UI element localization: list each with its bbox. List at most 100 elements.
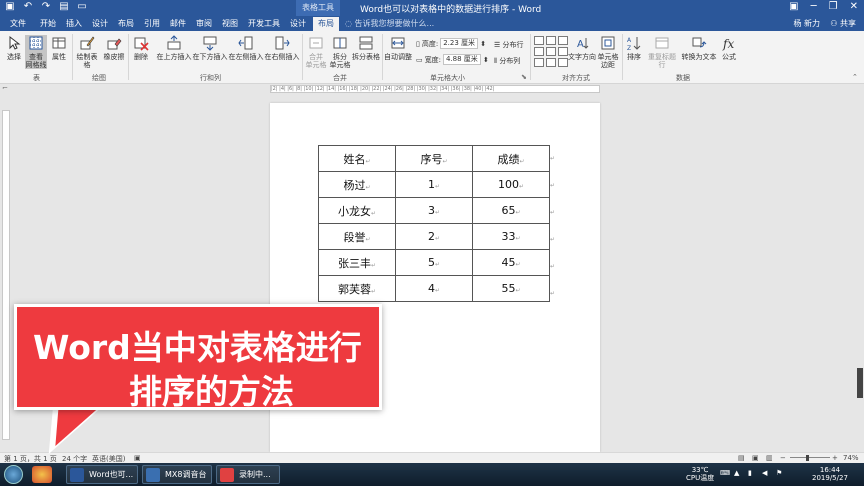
table-row[interactable]: 段誉↵ 2↵ 33↵ bbox=[318, 223, 550, 250]
tab-table-design[interactable]: 设计 bbox=[286, 17, 310, 31]
align-top-left-icon[interactable] bbox=[534, 36, 544, 45]
grades-table[interactable]: 姓名↵ 序号↵ 成绩↵ 杨过↵ 1↵ 100↵ 小龙女↵ 3↵ 65↵ 段誉↵ … bbox=[318, 145, 550, 302]
insert-right-button[interactable]: 在右侧插入 bbox=[264, 35, 300, 61]
flag-icon[interactable]: ⚑ bbox=[776, 469, 782, 477]
zoom-slider-thumb[interactable] bbox=[806, 455, 809, 461]
table-cell[interactable]: 1↵ bbox=[395, 171, 473, 198]
vertical-ruler-track[interactable] bbox=[2, 110, 10, 440]
draw-table-button[interactable]: 绘制表格 bbox=[74, 35, 100, 69]
table-row[interactable]: 张三丰↵ 5↵ 45↵ bbox=[318, 249, 550, 276]
table-cell[interactable]: 4↵ bbox=[395, 275, 473, 302]
tell-me-search[interactable]: ◌ 告诉我您想要做什么... bbox=[345, 17, 434, 31]
vertical-scrollbar[interactable] bbox=[856, 94, 864, 450]
start-button[interactable] bbox=[4, 465, 23, 484]
table-cell[interactable]: 100↵ bbox=[472, 171, 550, 198]
align-bottom-left-icon[interactable] bbox=[534, 58, 544, 67]
ruler-track[interactable]: |2| |4| |6| |8| |10| |12| |14| |16| |18|… bbox=[270, 85, 600, 93]
collapse-ribbon-icon[interactable]: ⌃ bbox=[852, 73, 858, 81]
autofit-button[interactable]: 自动调整 bbox=[384, 35, 412, 61]
align-top-center-icon[interactable] bbox=[546, 36, 556, 45]
insert-below-button[interactable]: 在下方插入 bbox=[192, 35, 228, 61]
table-cell[interactable]: 5↵ bbox=[395, 249, 473, 276]
tab-references[interactable]: 引用 bbox=[140, 17, 164, 31]
zoom-in-icon[interactable]: + bbox=[832, 454, 838, 462]
save-icon[interactable]: ▣ bbox=[4, 1, 16, 12]
tab-developer[interactable]: 开发工具 bbox=[246, 17, 282, 31]
align-middle-center-icon[interactable] bbox=[546, 47, 556, 56]
table-cell[interactable]: 姓名↵ bbox=[318, 145, 396, 172]
tray-arrow-icon[interactable]: ▲ bbox=[734, 469, 739, 477]
table-cell[interactable]: 45↵ bbox=[472, 249, 550, 276]
table-row[interactable]: 杨过↵ 1↵ 100↵ bbox=[318, 171, 550, 198]
table-cell[interactable]: 郭芙蓉↵ bbox=[318, 275, 396, 302]
height-spinner-icon[interactable]: ⬍ bbox=[480, 40, 486, 48]
table-cell[interactable]: 张三丰↵ bbox=[318, 249, 396, 276]
table-cell[interactable]: 2↵ bbox=[395, 223, 473, 250]
table-cell[interactable]: 成绩↵ bbox=[472, 145, 550, 172]
cell-margins-button[interactable]: 单元格 边距 bbox=[596, 35, 620, 69]
taskbar-word[interactable]: Word也可... bbox=[66, 465, 138, 484]
distribute-cols-button[interactable]: ⦀ 分布列 bbox=[494, 56, 520, 66]
table-cell[interactable]: 65↵ bbox=[472, 197, 550, 224]
cell-size-launcher-icon[interactable]: ⬊ bbox=[521, 73, 527, 81]
zoom-out-icon[interactable]: − bbox=[780, 454, 786, 462]
table-cell[interactable]: 杨过↵ bbox=[318, 171, 396, 198]
redo-icon[interactable]: ↷ bbox=[40, 1, 52, 12]
web-layout-icon[interactable]: ▥ bbox=[766, 454, 773, 462]
table-cell[interactable]: 55↵ bbox=[472, 275, 550, 302]
split-table-button[interactable]: 拆分表格 bbox=[352, 35, 380, 61]
tab-file[interactable]: 文件 bbox=[6, 17, 30, 31]
width-field[interactable]: ▭ 宽度: 4.88 厘米 ⬍ bbox=[416, 54, 489, 65]
share-button[interactable]: ⚇ 共享 bbox=[830, 17, 856, 31]
view-gridlines-button[interactable]: 查看 网格线 bbox=[25, 35, 47, 69]
zoom-slider[interactable] bbox=[790, 457, 830, 458]
volume-icon[interactable]: ◀ bbox=[762, 469, 767, 477]
table-row[interactable]: 郭芙蓉↵ 4↵ 55↵ bbox=[318, 275, 550, 302]
network-icon[interactable]: ▮ bbox=[748, 469, 752, 477]
print-layout-icon[interactable]: ▣ bbox=[752, 454, 759, 462]
width-spinner-icon[interactable]: ⬍ bbox=[483, 56, 489, 64]
align-middle-right-icon[interactable] bbox=[558, 47, 568, 56]
read-mode-icon[interactable]: ▤ bbox=[738, 454, 745, 462]
merge-cells-button[interactable]: 合并 单元格 bbox=[304, 35, 328, 69]
taskbar-recording[interactable]: 录制中... bbox=[216, 465, 280, 484]
table-row[interactable]: 小龙女↵ 3↵ 65↵ bbox=[318, 197, 550, 224]
table-header-row[interactable]: 姓名↵ 序号↵ 成绩↵ bbox=[318, 145, 550, 172]
align-bottom-center-icon[interactable] bbox=[546, 58, 556, 67]
insert-above-button[interactable]: 在上方插入 bbox=[156, 35, 192, 61]
close-icon[interactable]: ✕ bbox=[850, 1, 858, 12]
media-player-icon[interactable] bbox=[32, 466, 52, 483]
table-cell[interactable]: 3↵ bbox=[395, 197, 473, 224]
convert-to-text-button[interactable]: 转换为文本 bbox=[681, 35, 717, 61]
delete-button[interactable]: 删除 bbox=[131, 35, 151, 61]
taskbar-mx8[interactable]: MX8调音台 bbox=[142, 465, 212, 484]
restore-icon[interactable]: ❐ bbox=[829, 1, 838, 12]
tab-design[interactable]: 设计 bbox=[88, 17, 112, 31]
user-name[interactable]: 杨 新力 bbox=[793, 17, 820, 31]
undo-icon[interactable]: ↶ bbox=[22, 1, 34, 12]
keyboard-icon[interactable]: ⌨ bbox=[720, 469, 730, 477]
tab-view[interactable]: 视图 bbox=[218, 17, 242, 31]
height-input[interactable]: 2.23 厘米 bbox=[440, 38, 479, 49]
macro-record-icon[interactable]: ▣ bbox=[134, 454, 141, 462]
tab-selector-icon[interactable]: ⌐ bbox=[2, 84, 8, 92]
ribbon-display-icon[interactable]: ▣ bbox=[789, 1, 798, 12]
formula-button[interactable]: fx 公式 bbox=[718, 35, 740, 61]
select-button[interactable]: 选择 bbox=[4, 35, 24, 61]
tab-home[interactable]: 开始 bbox=[36, 17, 60, 31]
clock[interactable]: 16:44 2019/5/27 bbox=[812, 466, 848, 482]
align-middle-left-icon[interactable] bbox=[534, 47, 544, 56]
minimize-icon[interactable]: ─ bbox=[811, 1, 817, 12]
split-cells-button[interactable]: 拆分 单元格 bbox=[328, 35, 352, 69]
tab-review[interactable]: 审阅 bbox=[192, 17, 216, 31]
eraser-button[interactable]: 橡皮擦 bbox=[103, 35, 125, 61]
properties-button[interactable]: 属性 bbox=[49, 35, 69, 61]
tab-table-layout[interactable]: 布局 bbox=[313, 17, 339, 31]
table-cell[interactable]: 33↵ bbox=[472, 223, 550, 250]
print-preview-icon[interactable]: ▭ bbox=[76, 1, 88, 12]
open-icon[interactable]: ▤ bbox=[58, 1, 70, 12]
sort-button[interactable]: AZ 排序 bbox=[624, 35, 644, 61]
align-bottom-right-icon[interactable] bbox=[558, 58, 568, 67]
tab-layout[interactable]: 布局 bbox=[114, 17, 138, 31]
table-cell[interactable]: 序号↵ bbox=[395, 145, 473, 172]
